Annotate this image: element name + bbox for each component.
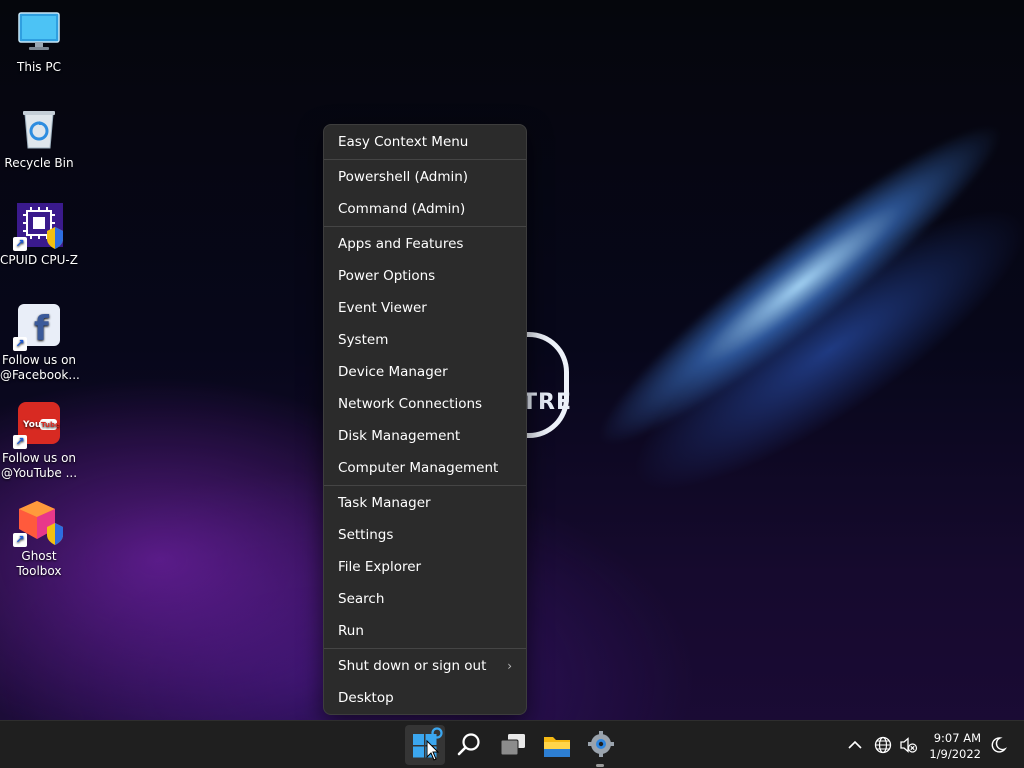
shortcut-arrow-icon: ↗ [13, 337, 27, 351]
cpu-chip-icon: ↗ [13, 203, 63, 251]
clock-time: 9:07 AM [933, 731, 981, 745]
desktop-icon-label-line2: @Facebook... [0, 368, 80, 382]
file-explorer-icon [544, 737, 570, 757]
desktop-icon-label-line1: Ghost [21, 549, 57, 563]
ghost-toolbox-icon: ↗ [13, 499, 63, 547]
desktop-icon-ghost-toolbox[interactable]: ↗ Ghost Toolbox [0, 499, 78, 579]
menu-item-command-admin[interactable]: Command (Admin) [324, 193, 526, 225]
menu-item-network-connections[interactable]: Network Connections [324, 388, 526, 420]
menu-item-settings[interactable]: Settings [324, 519, 526, 551]
menu-item-apps-and-features[interactable]: Apps and Features [324, 228, 526, 260]
volume-button[interactable] [898, 735, 918, 755]
taskbar: 9:07 AM 1/9/2022 [0, 720, 1024, 768]
clock-date: 1/9/2022 [929, 747, 981, 761]
menu-item-disk-management[interactable]: Disk Management [324, 420, 526, 452]
focus-assist-button[interactable] [988, 735, 1008, 755]
start-icon [413, 727, 443, 761]
desktop-icon-label-line1: Follow us on [1, 451, 77, 465]
winx-context-menu: Easy Context Menu Powershell (Admin) Com… [323, 124, 527, 715]
task-view-icon [500, 734, 525, 756]
focus-moon-icon [991, 737, 1008, 753]
facebook-icon: f ↗ [13, 303, 61, 351]
shortcut-arrow-icon: ↗ [13, 237, 27, 251]
settings-icon [588, 731, 614, 757]
menu-separator [324, 159, 526, 160]
network-button[interactable] [873, 735, 893, 755]
menu-item-powershell-admin[interactable]: Powershell (Admin) [324, 161, 526, 193]
file-explorer-button[interactable] [539, 727, 575, 763]
settings-button[interactable] [583, 727, 619, 763]
menu-item-power-options[interactable]: Power Options [324, 260, 526, 292]
menu-item-shut-down-or-sign-out[interactable]: Shut down or sign out › [324, 650, 526, 682]
desktop-icon-youtube[interactable]: You Tube ↗ Follow us on @YouTube ... [0, 401, 78, 481]
menu-item-easy-context-menu[interactable]: Easy Context Menu [324, 126, 526, 158]
menu-item-label: Shut down or sign out [338, 658, 487, 674]
menu-item-device-manager[interactable]: Device Manager [324, 356, 526, 388]
running-indicator [596, 764, 604, 767]
desktop-icon-recycle-bin[interactable]: Recycle Bin [0, 106, 78, 171]
desktop-icon-label-line1: Follow us on [1, 353, 77, 367]
recycle-bin-icon [17, 106, 61, 150]
search-icon [457, 733, 480, 756]
menu-item-desktop[interactable]: Desktop [324, 682, 526, 714]
desktop-icon-label-line2: Toolbox [16, 564, 62, 578]
menu-separator [324, 648, 526, 649]
desktop-icon-label: Recycle Bin [4, 156, 74, 170]
menu-separator [324, 226, 526, 227]
desktop-icon-label-line2: @YouTube ... [0, 466, 78, 480]
svg-text:Tube: Tube [41, 421, 60, 429]
show-hidden-icons-button[interactable] [845, 735, 865, 755]
menu-item-file-explorer[interactable]: File Explorer [324, 551, 526, 583]
menu-separator [324, 485, 526, 486]
clock[interactable]: 9:07 AM 1/9/2022 [929, 730, 981, 762]
globe-icon [874, 736, 892, 754]
taskbar-search-button[interactable] [451, 727, 487, 763]
desktop-icon-this-pc[interactable]: This PC [0, 10, 78, 75]
menu-item-computer-management[interactable]: Computer Management [324, 452, 526, 484]
menu-item-system[interactable]: System [324, 324, 526, 356]
task-view-button[interactable] [495, 727, 531, 763]
desktop-icon-label: CPUID CPU-Z [0, 253, 78, 267]
menu-item-task-manager[interactable]: Task Manager [324, 487, 526, 519]
start-button[interactable] [407, 727, 443, 763]
wallpaper-logo-text: TRE [522, 390, 572, 415]
youtube-icon: You Tube ↗ [13, 401, 61, 449]
svg-text:You: You [22, 420, 41, 430]
desktop-icon-cpu-z[interactable]: ↗ CPUID CPU-Z [0, 203, 78, 268]
desktop-icon-label: This PC [17, 60, 61, 74]
menu-item-event-viewer[interactable]: Event Viewer [324, 292, 526, 324]
shortcut-arrow-icon: ↗ [13, 533, 27, 547]
monitor-icon [17, 10, 61, 54]
svg-text:f: f [34, 309, 50, 347]
speaker-muted-icon [900, 737, 918, 753]
chevron-right-icon: › [507, 659, 512, 673]
menu-item-run[interactable]: Run [324, 615, 526, 647]
chevron-up-icon [848, 740, 862, 749]
shortcut-arrow-icon: ↗ [13, 435, 27, 449]
menu-item-search[interactable]: Search [324, 583, 526, 615]
desktop-icon-facebook[interactable]: f ↗ Follow us on @Facebook... [0, 303, 80, 383]
